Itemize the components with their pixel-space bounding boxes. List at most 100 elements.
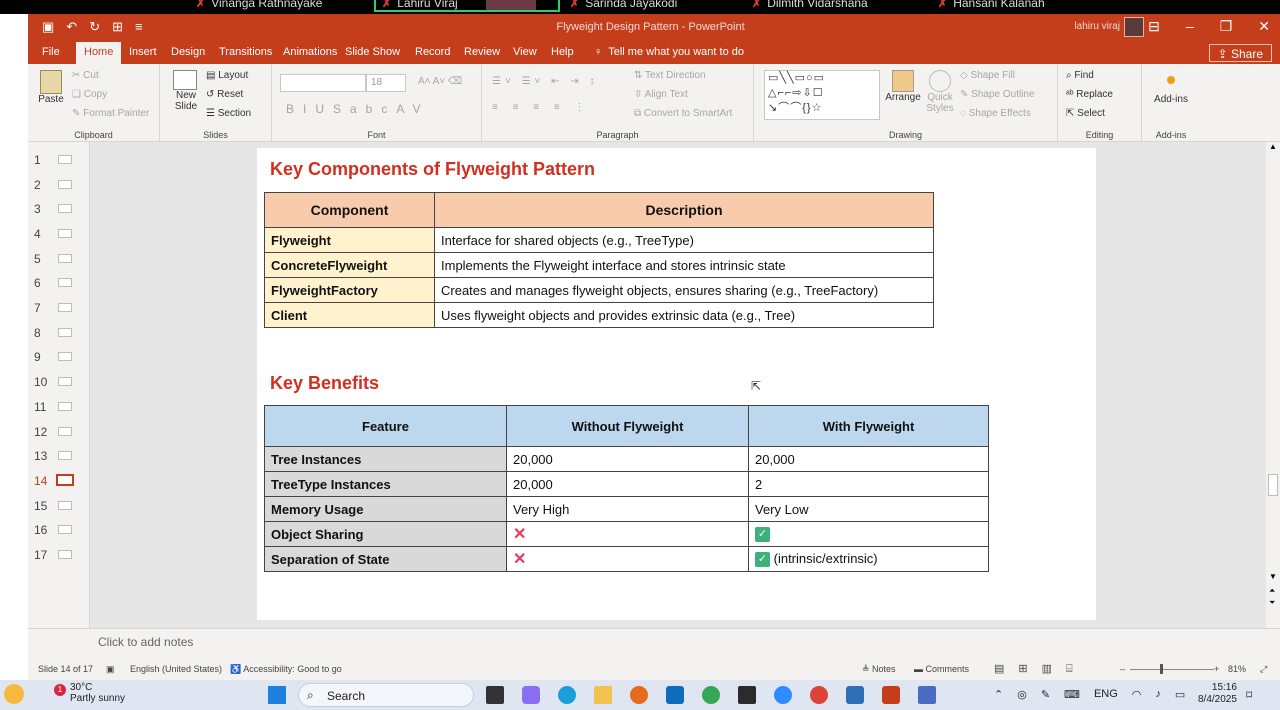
next-slide-icon[interactable]: ⏷	[1269, 598, 1275, 608]
slide-thumbnail[interactable]: 8	[28, 323, 90, 343]
scroll-down-icon[interactable]: ▼	[1269, 572, 1277, 581]
list-buttons[interactable]: ☰˅ ☰˅ ⇤ ⇥ ↕	[492, 76, 598, 87]
shape-fill-button[interactable]: ◇ Shape Fill	[960, 70, 1015, 81]
slide-thumbnail-active[interactable]: 14	[28, 471, 90, 491]
slide-thumbnail[interactable]: 17	[28, 545, 90, 565]
cut-button[interactable]: ✂ Cut	[72, 70, 99, 81]
dev-app-icon[interactable]	[846, 686, 864, 704]
font-format-buttons[interactable]: BIUSabcAV	[286, 102, 429, 116]
tab-transitions[interactable]: Transitions	[219, 46, 272, 58]
text-direction-button[interactable]: ⇅ Text Direction	[634, 70, 706, 81]
wifi-icon[interactable]: ◠	[1132, 688, 1142, 701]
slide-thumbnail[interactable]: 7	[28, 298, 90, 318]
font-name-combo[interactable]	[280, 74, 366, 92]
powerpoint-icon[interactable]	[882, 686, 900, 704]
task-view-icon[interactable]	[486, 686, 504, 704]
share-button[interactable]: ⇪ Share	[1208, 44, 1272, 62]
slide-thumbnail[interactable]: 2	[28, 175, 90, 195]
font-size-combo[interactable]: 18	[366, 74, 406, 92]
tab-view[interactable]: View	[513, 46, 537, 58]
slide-thumbnail[interactable]: 16	[28, 520, 90, 540]
zoom-app-icon[interactable]	[774, 686, 792, 704]
align-text-button[interactable]: ⇳ Align Text	[634, 89, 688, 100]
shapes-gallery[interactable]: ▭╲╲▭○▭ △⌐⌐⇨⇩☐ ↘⌒⌒{}☆	[764, 70, 880, 120]
section-button[interactable]: ☰ Section	[206, 108, 251, 119]
tab-design[interactable]: Design	[171, 46, 205, 58]
zoom-level[interactable]: 81%	[1228, 664, 1246, 674]
volume-icon[interactable]: ♪	[1155, 688, 1161, 701]
accessibility-status[interactable]: ♿ Accessibility: Good to go	[230, 664, 342, 675]
font-grow-icon[interactable]: A˄ A˅ ⌫	[418, 76, 462, 87]
slide-thumbnail[interactable]: 1	[28, 150, 90, 170]
notes-button[interactable]: ≜ Notes	[862, 664, 896, 675]
minimize-icon[interactable]: –	[1186, 18, 1194, 35]
slide-thumbnail[interactable]: 12	[28, 422, 90, 442]
reset-button[interactable]: ↺ Reset	[206, 89, 243, 100]
scroll-up-icon[interactable]: ▲	[1269, 142, 1277, 151]
addins-button[interactable]: Add-ins	[1148, 72, 1194, 105]
format-painter-button[interactable]: ✎ Format Painter	[72, 108, 149, 119]
zoom-out-icon[interactable]: –	[1120, 664, 1125, 674]
zoom-slider[interactable]	[1130, 669, 1214, 670]
scroll-thumb[interactable]	[1268, 474, 1278, 496]
paste-button[interactable]: Paste	[36, 70, 66, 105]
ribbon-display-icon[interactable]: ⊟	[1148, 18, 1160, 35]
view-buttons[interactable]: ▤⊞▥⌸	[994, 662, 1087, 676]
copy-button[interactable]: ❏ Copy	[72, 89, 107, 100]
close-icon[interactable]: ✕	[1258, 18, 1270, 35]
tab-file[interactable]: File	[42, 46, 60, 58]
tab-animations[interactable]: Animations	[283, 46, 337, 58]
tab-insert[interactable]: Insert	[129, 46, 157, 58]
edge-icon[interactable]	[558, 686, 576, 704]
restore-icon[interactable]: ❐	[1220, 18, 1233, 35]
keyboard-icon[interactable]: ⌨	[1064, 688, 1080, 701]
benefits-table[interactable]: Feature Without Flyweight With Flyweight…	[264, 405, 989, 572]
input-language[interactable]: ENG	[1094, 688, 1118, 701]
find-button[interactable]: ⌕ Find	[1066, 70, 1094, 81]
firefox-icon[interactable]	[630, 686, 648, 704]
chrome-icon[interactable]	[702, 686, 720, 704]
user-name[interactable]: lahiru viraj	[1074, 21, 1120, 32]
chevron-up-icon[interactable]: ⌃	[994, 688, 1003, 701]
file-explorer-icon[interactable]	[594, 686, 612, 704]
weather-widget[interactable]: 1 30°C Partly sunny	[4, 682, 125, 704]
notes-placeholder[interactable]: Click to add notes	[98, 635, 193, 649]
arrange-button[interactable]: Arrange	[884, 70, 922, 103]
tab-record[interactable]: Record	[415, 46, 450, 58]
tray-app-icon[interactable]: ◎	[1017, 688, 1027, 701]
slide-heading-benefits[interactable]: Key Benefits	[270, 373, 379, 394]
notes-pane[interactable]: Click to add notes	[28, 628, 1280, 662]
notepad-icon[interactable]	[918, 686, 936, 704]
outlook-icon[interactable]	[666, 686, 684, 704]
slide-thumbnail[interactable]: 5	[28, 249, 90, 269]
battery-icon[interactable]: ▭	[1175, 688, 1185, 701]
pen-icon[interactable]: ✎	[1041, 688, 1050, 701]
copilot-icon[interactable]	[522, 686, 540, 704]
tell-me-search[interactable]: ♀ Tell me what you want to do	[594, 46, 744, 58]
language-status[interactable]: English (United States)	[130, 664, 222, 674]
new-slide-button[interactable]: New Slide	[170, 70, 200, 112]
layout-button[interactable]: ▤ Layout	[206, 70, 248, 81]
shape-effects-button[interactable]: ◌ Shape Effects	[960, 108, 1031, 119]
vertical-scrollbar[interactable]: ▲ ▼ ⏶ ⏷	[1266, 142, 1280, 638]
clock[interactable]: 15:16 8/4/2025	[1198, 682, 1237, 706]
slide-thumbnail[interactable]: 9	[28, 347, 90, 367]
slide-thumbnail[interactable]: 4	[28, 224, 90, 244]
current-slide[interactable]: Key Components of Flyweight Pattern Comp…	[257, 148, 1096, 620]
align-buttons[interactable]: ≡ ≡ ≡ ≡ ⋮	[492, 102, 590, 113]
select-button[interactable]: ⇱ Select	[1066, 108, 1105, 119]
fit-slide-icon[interactable]: ⤢	[1260, 664, 1267, 675]
slide-thumbnail[interactable]: 11	[28, 397, 90, 417]
spelling-icon[interactable]: ▣	[106, 664, 115, 675]
tab-review[interactable]: Review	[464, 46, 500, 58]
zoom-slider-thumb[interactable]	[1160, 664, 1163, 674]
shape-outline-button[interactable]: ✎ Shape Outline	[960, 89, 1035, 100]
prev-slide-icon[interactable]: ⏶	[1269, 586, 1275, 596]
slide-thumbnail[interactable]: 15	[28, 496, 90, 516]
sticky-app-icon[interactable]	[738, 686, 756, 704]
chrome-profile-icon[interactable]	[810, 686, 828, 704]
tab-home[interactable]: Home	[76, 42, 122, 64]
tab-help[interactable]: Help	[551, 46, 574, 58]
slide-heading-components[interactable]: Key Components of Flyweight Pattern	[270, 159, 595, 180]
smartart-button[interactable]: ⧉ Convert to SmartArt	[634, 108, 732, 119]
